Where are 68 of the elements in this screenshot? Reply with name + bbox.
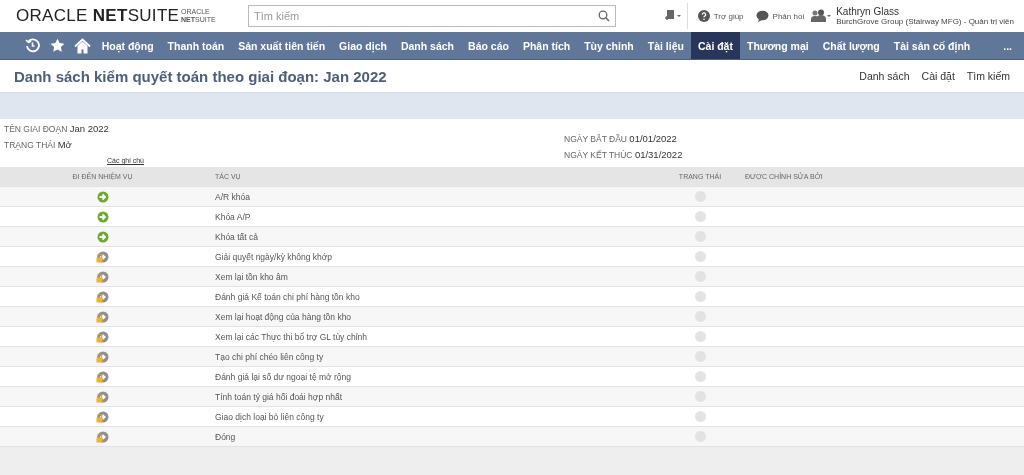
nav-tab[interactable]: Thanh toán [160, 32, 232, 59]
nav-tab[interactable]: Phân tích [515, 32, 578, 59]
info-field: TRẠNG THÁI Mở [4, 139, 564, 150]
star-icon[interactable] [49, 38, 65, 53]
nav-tab[interactable]: Báo cáo [461, 32, 516, 59]
nav-tab[interactable]: Tài liệu [640, 32, 691, 59]
locked-arrow-icon[interactable] [96, 430, 109, 443]
nav-tab[interactable]: Giao dịch [332, 32, 394, 59]
status-dot [694, 251, 706, 262]
user-group-icon[interactable] [810, 9, 833, 23]
header-link[interactable]: Cài đặt [921, 70, 955, 82]
task-name: Đóng [215, 431, 236, 442]
search-field[interactable]: Tìm kiếm [248, 5, 616, 27]
task-name: Tạo chi phí chéo liên công ty [215, 351, 324, 362]
nav-tab[interactable]: Hoạt động [94, 32, 161, 59]
nav-tab[interactable]: Chất lượng [815, 32, 887, 59]
page-title: Danh sách kiểm quyết toán theo giai đoạn: Jan 2022 [14, 67, 387, 85]
locked-arrow-icon[interactable] [96, 390, 109, 403]
user-name: Kathryn Glass [836, 6, 900, 17]
status-dot [694, 211, 706, 222]
task-name: Xem lại tồn kho âm [215, 271, 288, 282]
nav-tab[interactable]: Tùy chỉnh [577, 32, 641, 59]
nav-tab[interactable]: Thương mại [739, 32, 816, 59]
status-dot [694, 331, 706, 342]
locked-arrow-icon[interactable] [96, 310, 109, 323]
task-name: Giải quyết ngày/kỳ không khớp [215, 251, 333, 262]
arrow-right-icon[interactable] [96, 190, 109, 203]
nav-tab[interactable]: Sản xuất tiên tiến [231, 32, 333, 59]
header-link[interactable]: Tìm kiếm [966, 70, 1010, 82]
feedback-link[interactable]: Phản hồi [749, 10, 811, 22]
chat-bubble-icon [755, 10, 769, 22]
oracle-netsuite-logo: ORACLE NETSUITE [16, 6, 181, 26]
locked-arrow-icon[interactable] [96, 290, 109, 303]
help-link[interactable]: Trợ giúp [691, 10, 750, 22]
task-name: Khóa tất cả [215, 231, 258, 242]
info-field: NGÀY BẮT ĐẦU 01/01/2022 [564, 133, 1020, 144]
locked-arrow-icon[interactable] [96, 270, 109, 283]
status-dot [694, 291, 706, 302]
header-link[interactable]: Danh sách [859, 70, 910, 82]
locked-arrow-icon[interactable] [96, 330, 109, 343]
user-role: BurchGrove Group (Stairway MFG) - Quản trị viên [836, 17, 1014, 26]
help-icon [697, 10, 710, 22]
task-name: Đánh giá Kế toán chi phí hàng tồn kho [215, 291, 360, 302]
task-name: Tính toán tỷ giá hối đoái hợp nhất [215, 391, 343, 402]
search-icon[interactable] [598, 10, 610, 22]
task-name: Đánh giá lại số dư ngoại tệ mở rộng [215, 371, 351, 382]
locked-arrow-icon[interactable] [96, 350, 109, 363]
task-name: Giao dịch loại bỏ liên công ty [215, 411, 324, 422]
status-dot [694, 411, 706, 422]
nav-tab[interactable]: Cài đặt [690, 32, 740, 59]
nav-tab[interactable]: Tài sản cố định [886, 32, 978, 59]
recent-history-icon[interactable] [24, 38, 40, 53]
arrow-right-icon[interactable] [96, 210, 109, 223]
nav-tab[interactable]: ... [991, 32, 1024, 59]
task-name: Xem lại các Thực thi bổ trợ GL tùy chỉnh [215, 331, 368, 342]
locked-arrow-icon[interactable] [96, 370, 109, 383]
status-dot [694, 371, 706, 382]
arrow-right-icon[interactable] [96, 230, 109, 243]
create-menu-icon[interactable] [662, 9, 683, 23]
info-field: NGÀY KẾT THÚC 01/31/2022 [564, 149, 1020, 160]
info-field: TÊN GIAI ĐOẠN Jan 2022 [4, 123, 564, 134]
task-name: Xem lại hoạt động của hàng tồn kho [215, 311, 352, 322]
task-name: A/R khóa [215, 191, 250, 202]
locked-arrow-icon[interactable] [96, 250, 109, 263]
home-icon[interactable] [73, 37, 91, 54]
task-name: Khóa A/P [215, 211, 251, 222]
locked-arrow-icon[interactable] [96, 410, 109, 423]
nav-tab[interactable]: Danh sách [393, 32, 462, 59]
